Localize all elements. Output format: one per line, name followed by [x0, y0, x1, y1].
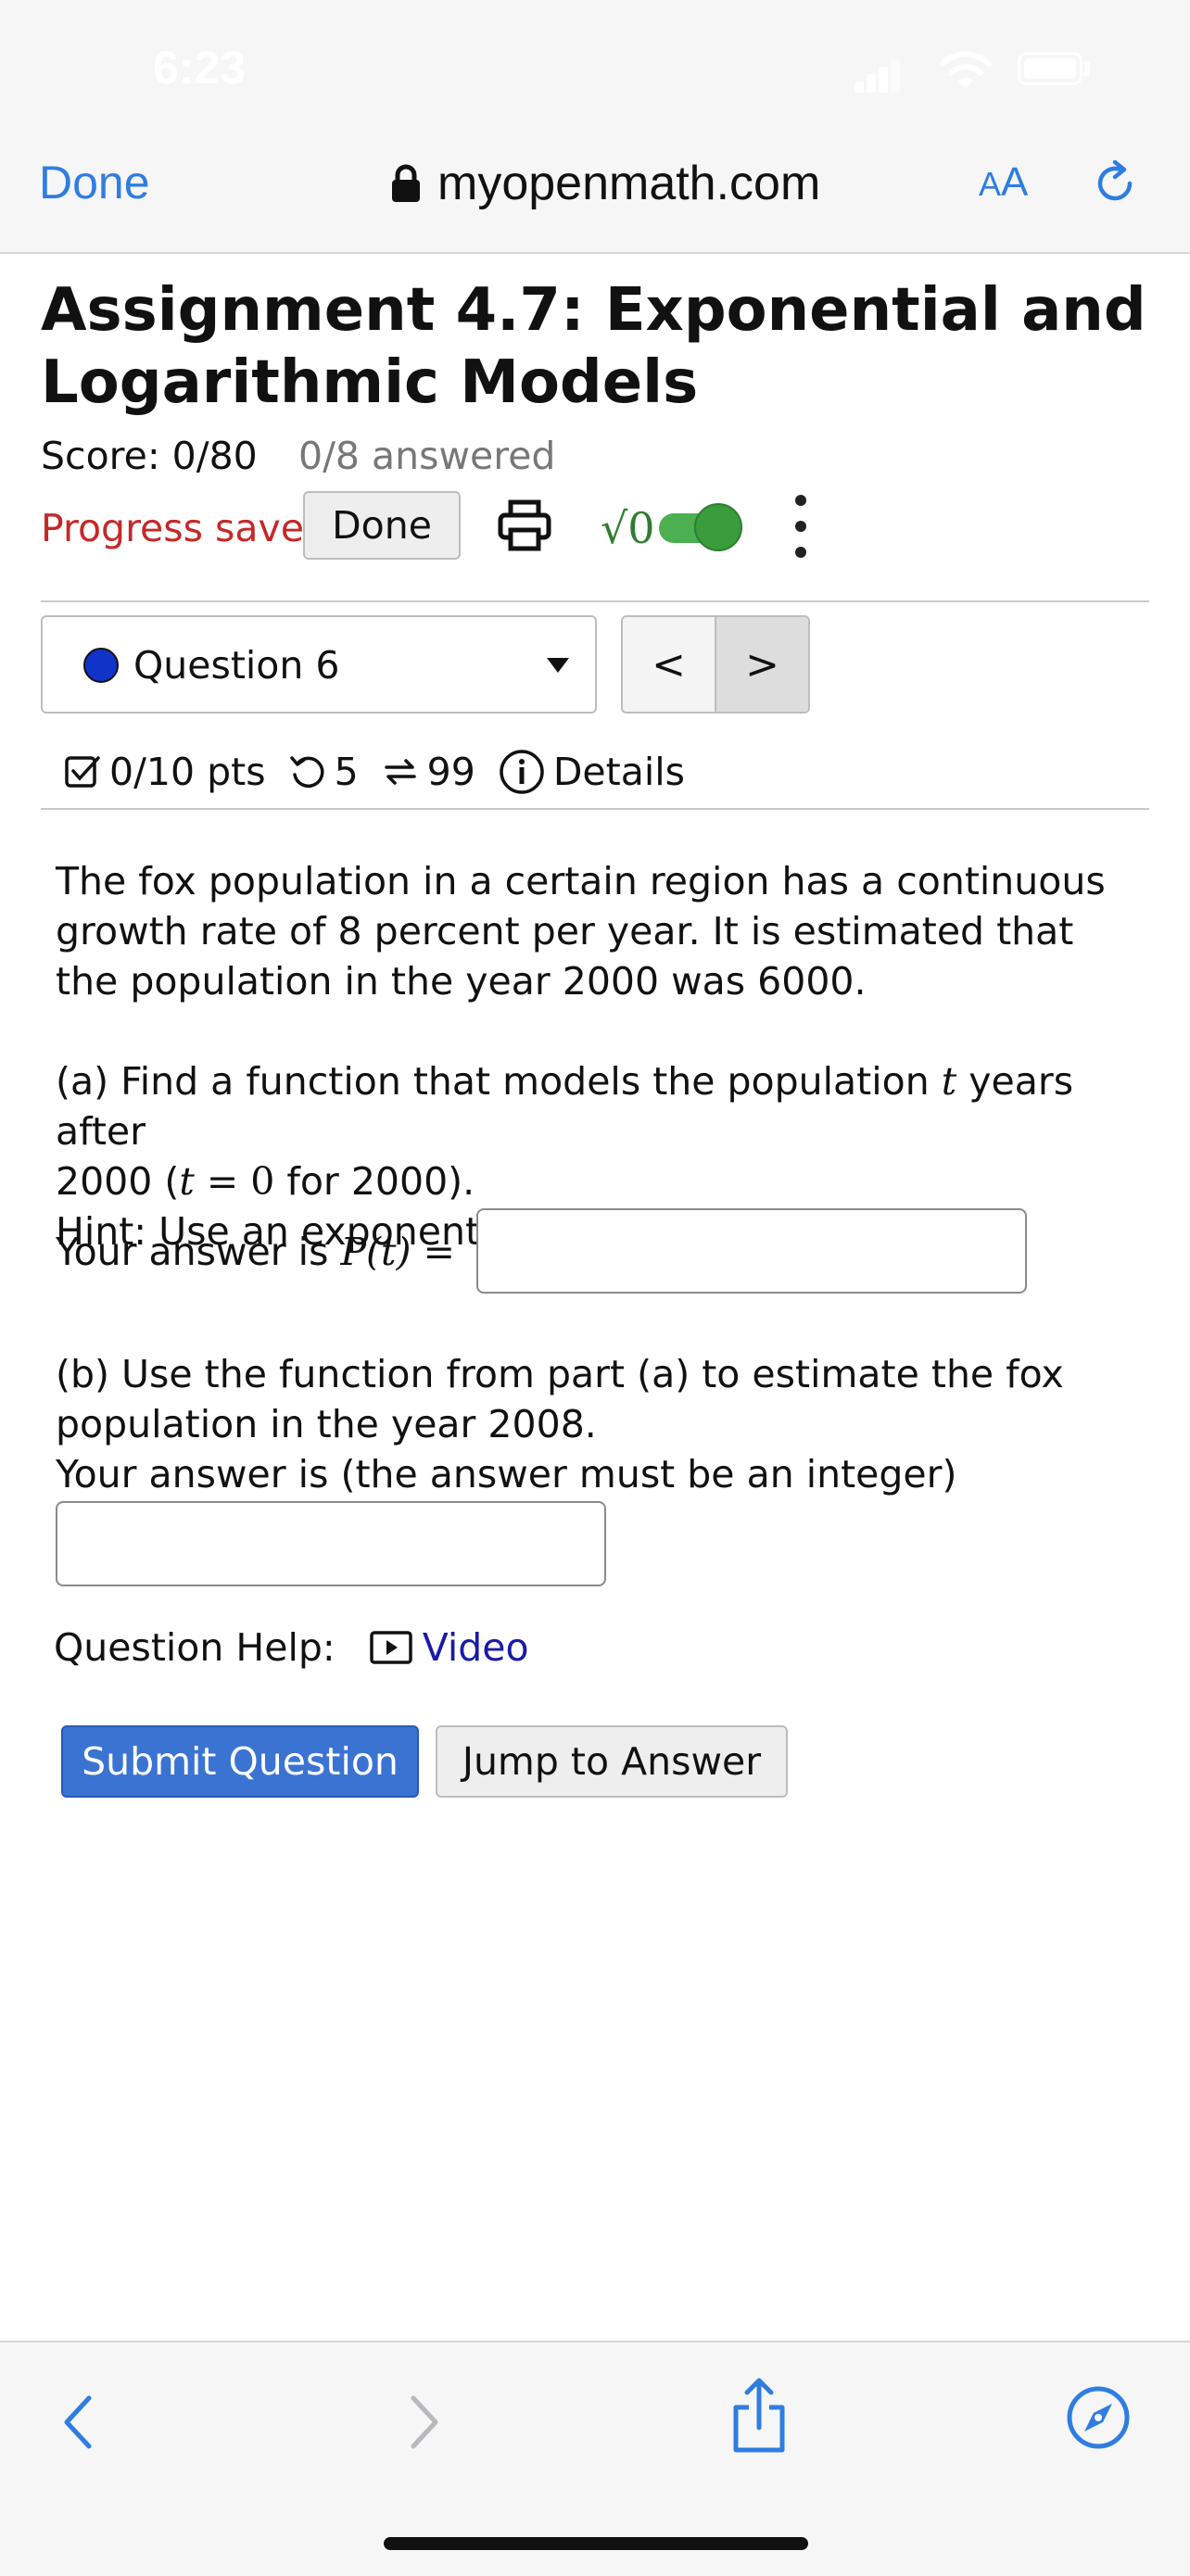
- math-function-p: P(t): [340, 1230, 411, 1274]
- math-equals: =: [411, 1230, 455, 1274]
- submit-question-button[interactable]: Submit Question: [61, 1725, 419, 1798]
- assignment-title: Assignment 4.7: Exponential and Logarith…: [41, 276, 1146, 417]
- printer-icon[interactable]: [496, 497, 553, 554]
- video-link[interactable]: Video: [423, 1625, 529, 1670]
- answer-a-label-text: Your answer is: [56, 1230, 341, 1274]
- divider: [41, 808, 1149, 810]
- home-indicator: [384, 2537, 808, 2550]
- question-select[interactable]: Question 6: [41, 615, 597, 713]
- text-size-large-a: A: [1001, 159, 1029, 205]
- math-var-t: t: [941, 1059, 957, 1104]
- compass-icon[interactable]: [1066, 2385, 1131, 2450]
- battery-icon: [1018, 52, 1082, 85]
- answer-b-input[interactable]: [56, 1501, 606, 1586]
- sqrt-label: √0: [601, 503, 655, 553]
- status-time: 6:23: [153, 42, 247, 94]
- question-help-label: Question Help:: [54, 1625, 335, 1670]
- retry-icon: [289, 756, 324, 789]
- part-b-text-1: (b) Use the function from part (a) to es…: [56, 1352, 1064, 1396]
- part-b-text: (b) Use the function from part (a) to es…: [56, 1349, 1131, 1499]
- text-size-button[interactable]: AA: [979, 159, 1028, 206]
- lock-icon: [392, 164, 420, 202]
- cellular-signal-icon: [855, 56, 901, 93]
- done-button[interactable]: Done: [303, 491, 461, 560]
- text-size-small-a: A: [979, 165, 1002, 203]
- url-bar[interactable]: myopenmath.com: [389, 156, 820, 211]
- answered-count: 0/8 answered: [298, 434, 556, 478]
- forward-icon[interactable]: [404, 2393, 445, 2452]
- math-var-t-eq: t: [179, 1159, 195, 1204]
- score-text: Score: 0/80: [41, 434, 258, 478]
- browser-top-bar: 6:23 Done myopenmath.com AA: [0, 0, 1190, 254]
- checkbox-icon: [65, 756, 100, 788]
- part-a-text-4: for 2000).: [274, 1159, 475, 1204]
- video-icon[interactable]: [369, 1629, 413, 1666]
- question-status-dot: [83, 648, 119, 683]
- progress-status: Progress saved: [41, 506, 329, 550]
- versions-count: 99: [426, 750, 475, 794]
- math-entry-toggle[interactable]: √0: [601, 499, 742, 558]
- answer-a-input[interactable]: [476, 1208, 1027, 1294]
- question-meta: 0/10 pts 5 99 Details: [63, 741, 685, 802]
- part-a-text-3: 2000 (: [56, 1159, 180, 1204]
- toggle-switch[interactable]: [658, 503, 742, 551]
- prev-question-button[interactable]: <: [623, 617, 716, 712]
- next-question-button[interactable]: >: [716, 617, 808, 712]
- question-select-label: Question 6: [133, 643, 340, 688]
- caret-down-icon: [547, 658, 569, 673]
- kebab-menu-icon[interactable]: [791, 491, 810, 562]
- part-b-text-3: Your answer is (the answer must be an in…: [56, 1452, 957, 1496]
- retries-count: 5: [334, 750, 359, 794]
- browser-done-button[interactable]: Done: [39, 156, 150, 209]
- divider: [41, 600, 1149, 602]
- reload-icon[interactable]: [1089, 158, 1141, 209]
- question-intro: The fox population in a certain region h…: [56, 859, 1106, 1004]
- points-text: 0/10 pts: [109, 750, 266, 794]
- share-icon[interactable]: [728, 2376, 790, 2456]
- jump-to-answer-button[interactable]: Jump to Answer: [436, 1725, 788, 1798]
- info-icon[interactable]: [498, 748, 546, 796]
- question-help: Question Help: Video: [54, 1625, 529, 1670]
- math-eq-zero: = 0: [194, 1159, 275, 1204]
- part-a-text-1: (a) Find a function that models the popu…: [56, 1059, 942, 1104]
- back-icon[interactable]: [57, 2393, 98, 2452]
- versions-icon: [384, 759, 416, 785]
- wifi-icon: [940, 51, 992, 89]
- answer-a-label: Your answer is P(t) =: [56, 1227, 482, 1277]
- battery-cap: [1084, 61, 1090, 76]
- question-nav: < >: [621, 615, 810, 713]
- part-b-text-2: population in the year 2008.: [56, 1402, 597, 1446]
- details-link[interactable]: Details: [553, 750, 685, 794]
- url-text: myopenmath.com: [437, 157, 821, 210]
